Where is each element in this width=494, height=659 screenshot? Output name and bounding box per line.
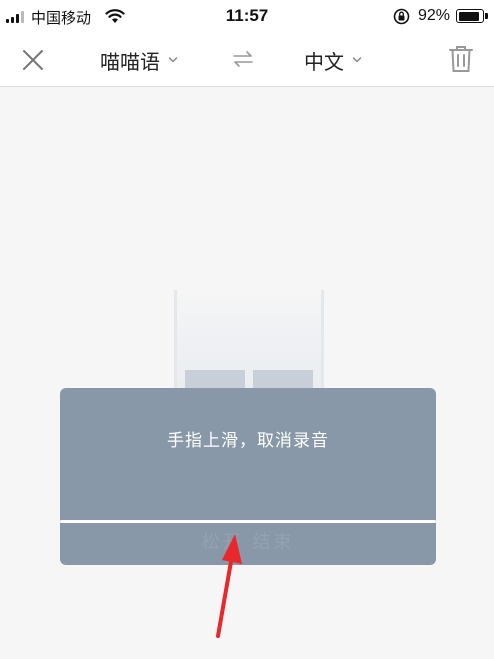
annotation-arrow-icon bbox=[216, 534, 242, 638]
cancel-recording-hint: 手指上滑，取消录音 bbox=[167, 431, 329, 451]
close-icon[interactable] bbox=[20, 47, 46, 73]
source-language-selector[interactable]: 喵喵语 bbox=[100, 45, 178, 75]
overlay-divider bbox=[60, 520, 436, 523]
swap-icon[interactable] bbox=[231, 49, 255, 69]
target-language-selector[interactable]: 中文 bbox=[304, 45, 362, 75]
battery-cap bbox=[485, 13, 488, 19]
trash-icon[interactable] bbox=[448, 44, 474, 74]
rotation-lock-icon bbox=[393, 8, 410, 25]
source-language-label: 喵喵语 bbox=[100, 49, 160, 74]
battery-percent: 92% bbox=[418, 7, 451, 24]
status-bar: 中国移动 11:57 92% bbox=[0, 0, 494, 34]
battery-icon bbox=[456, 9, 484, 23]
chevron-down-icon bbox=[168, 57, 178, 63]
target-language-label: 中文 bbox=[304, 49, 344, 74]
translate-toolbar: 喵喵语 中文 bbox=[0, 34, 494, 87]
chevron-down-icon bbox=[352, 57, 362, 63]
